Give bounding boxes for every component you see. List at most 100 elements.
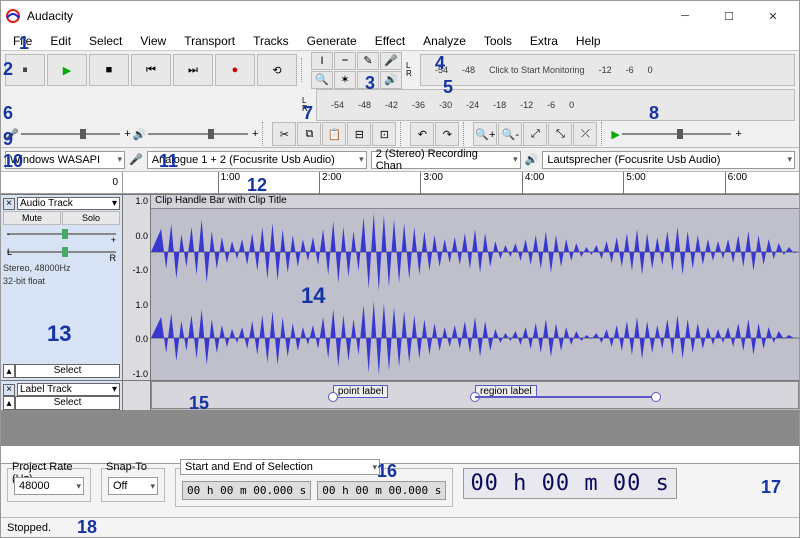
speaker-icon: 🔊 (133, 128, 147, 141)
edit-toolbar: ✂ ⧉ 📋 ⊟ ⊡ (272, 122, 396, 146)
maximize-button[interactable]: ☐ (707, 2, 751, 30)
range-mode-combo[interactable]: Start and End of Selection (180, 459, 380, 475)
selection-start[interactable]: 00 h 00 m 00.000 s (182, 481, 311, 500)
track-select-button[interactable]: Select (15, 364, 120, 378)
menu-select[interactable]: Select (81, 32, 130, 50)
wave-scale: 1.00.0-1.0 1.00.0-1.0 (123, 195, 151, 380)
menu-transport[interactable]: Transport (176, 32, 243, 50)
label-track-close-button[interactable]: × (3, 384, 15, 396)
label-collapse-button[interactable]: ▴ (3, 396, 15, 410)
label-track-menu[interactable]: Label Track (17, 383, 120, 396)
silence-icon[interactable]: ⊡ (372, 122, 396, 146)
zoom-tool-icon[interactable]: 🔍 (311, 71, 333, 89)
play-at-speed-icon[interactable]: ▶ (611, 128, 619, 141)
snap-label: Snap-To (106, 461, 147, 473)
playback-device-combo[interactable]: Lautsprecher (Focusrite Usb Audio) (542, 151, 795, 169)
play-speed-slider[interactable]: + (622, 122, 742, 146)
trim-icon[interactable]: ⊟ (347, 122, 371, 146)
draw-tool-icon[interactable]: ✎ (357, 52, 379, 70)
zoom-out-icon[interactable]: 🔍- (498, 122, 522, 146)
callout-5: 5 (443, 77, 453, 98)
record-channels-combo[interactable]: 2 (Stereo) Recording Chan (371, 151, 521, 169)
menu-extra[interactable]: Extra (522, 32, 566, 50)
fit-project-icon[interactable]: ⤡ (548, 122, 572, 146)
zoom-in-icon[interactable]: 🔍+ (473, 122, 497, 146)
stop-button[interactable]: ■ (89, 54, 129, 86)
monitor-text[interactable]: Click to Start Monitoring (489, 65, 585, 75)
close-button[interactable]: ✕ (751, 2, 795, 30)
callout-9: 9 (3, 129, 13, 150)
paste-icon[interactable]: 📋 (322, 122, 346, 146)
callout-12: 12 (247, 175, 267, 196)
menu-view[interactable]: View (132, 32, 174, 50)
callout-18: 18 (77, 517, 97, 538)
callout-10: 10 (3, 151, 23, 172)
project-rate-combo[interactable]: 48000 (14, 477, 84, 495)
record-button[interactable]: ● (215, 54, 255, 86)
titlebar: Audacity ─ ☐ ✕ (1, 1, 799, 31)
track-format-1: Stereo, 48000Hz (3, 263, 120, 274)
snap-combo[interactable]: Off (108, 477, 158, 495)
menu-tools[interactable]: Tools (476, 32, 520, 50)
region-label[interactable]: region label (475, 386, 656, 404)
callout-6: 6 (3, 103, 13, 124)
callout-13: 13 (47, 321, 71, 347)
record-volume-slider[interactable]: + (21, 122, 131, 146)
label-select-button[interactable]: Select (15, 396, 120, 410)
callout-2: 2 (3, 59, 13, 80)
selection-end[interactable]: 00 h 00 m 00.000 s (317, 481, 446, 500)
statusbar: Stopped. (1, 517, 799, 537)
play-button[interactable]: ▶ (47, 54, 87, 86)
collapse-button[interactable]: ▴ (3, 364, 15, 378)
audio-position[interactable]: 00 h 00 m 00 s (463, 468, 676, 499)
zoom-toggle-icon[interactable]: ⤫ (573, 122, 597, 146)
track-close-button[interactable]: × (3, 198, 15, 210)
callout-14: 14 (301, 283, 325, 309)
record-meter[interactable]: -54-48 Click to Start Monitoring -12-60 (420, 54, 795, 86)
loop-button[interactable]: ⟲ (257, 54, 297, 86)
track-menu[interactable]: Audio Track (17, 197, 120, 210)
menu-effect[interactable]: Effect (367, 32, 413, 50)
envelope-tool-icon[interactable]: ⎯ (334, 52, 356, 70)
audio-track: × Audio Track Mute Solo -+ LR Stereo, 48… (1, 194, 799, 380)
mic-tool-icon[interactable]: 🎤 (380, 52, 402, 70)
waveform-area[interactable]: Clip Handle Bar with Clip Title (151, 195, 799, 380)
skip-end-button[interactable]: ⏭ (173, 54, 213, 86)
record-device-combo[interactable]: Analogue 1 + 2 (Focusrite Usb Audio) (147, 151, 367, 169)
minimize-button[interactable]: ─ (663, 2, 707, 30)
speaker-tool-icon[interactable]: 🔊 (380, 71, 402, 89)
gain-slider[interactable]: -+ (7, 229, 116, 239)
callout-4: 4 (435, 53, 445, 74)
mic-device-icon: 🎤 (129, 153, 143, 166)
solo-button[interactable]: Solo (62, 211, 120, 225)
fit-selection-icon[interactable]: ⤢ (523, 122, 547, 146)
device-toolbar: Windows WASAPI 🎤 Analogue 1 + 2 (Focusri… (1, 148, 799, 172)
undo-icon[interactable]: ↶ (410, 122, 434, 146)
point-label[interactable]: point label (333, 386, 389, 404)
label-area[interactable]: point label region label (151, 381, 799, 409)
playback-meter[interactable]: -54-48-42 -36-30-24 -18-12-6 0 (316, 89, 795, 121)
toolbars: ⏸ ▶ ■ ⏮ ⏭ ● ⟲ I ⎯ ✎ 🎤 🔍 ✶ 🔊 LR -54-48 Cl… (1, 51, 799, 148)
menu-analyze[interactable]: Analyze (415, 32, 474, 50)
cut-icon[interactable]: ✂ (272, 122, 296, 146)
skip-start-button[interactable]: ⏮ (131, 54, 171, 86)
redo-icon[interactable]: ↷ (435, 122, 459, 146)
selection-toolbar: Project Rate (Hz) 48000 Snap-To Off Star… (1, 463, 799, 517)
clip-title-bar[interactable]: Clip Handle Bar with Clip Title (151, 195, 799, 209)
menu-edit[interactable]: Edit (42, 32, 79, 50)
selection-tool-icon[interactable]: I (311, 52, 333, 70)
menubar: File Edit Select View Transport Tracks G… (1, 31, 799, 51)
menu-help[interactable]: Help (568, 32, 609, 50)
track-format-2: 32-bit float (3, 276, 120, 287)
menu-generate[interactable]: Generate (299, 32, 365, 50)
timeshift-tool-icon[interactable]: ✶ (334, 71, 356, 89)
menu-tracks[interactable]: Tracks (245, 32, 297, 50)
pan-slider[interactable]: LR (7, 247, 116, 257)
playback-volume-slider[interactable]: + (148, 122, 258, 146)
timeline[interactable]: 0 1:00 2:00 3:00 4:00 5:00 6:00 (1, 172, 799, 194)
mute-button[interactable]: Mute (3, 211, 61, 225)
meter-lr-labels: LR (406, 62, 418, 78)
tools-toolbar: I ⎯ ✎ 🎤 🔍 ✶ 🔊 (311, 52, 402, 89)
callout-1: 1 (19, 33, 29, 54)
copy-icon[interactable]: ⧉ (297, 122, 321, 146)
